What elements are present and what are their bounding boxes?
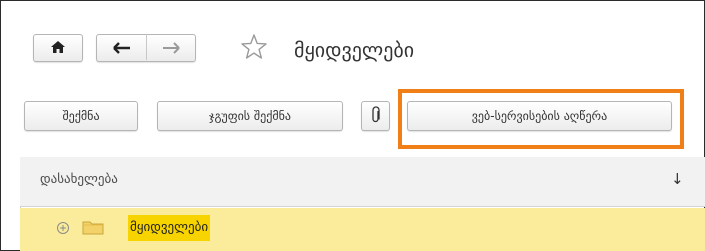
highlight-box [398,89,684,149]
home-icon [50,40,66,57]
create-button[interactable]: შექმნა [24,101,138,131]
column-header-name[interactable]: დასახელება [40,172,118,187]
expand-plus-icon [56,220,70,239]
nav-separator [146,34,147,60]
back-arrow-icon [113,39,131,58]
row-label: მყიდველები [128,215,211,241]
paperclip-icon [371,105,381,127]
table-row[interactable] [20,208,705,251]
favorite-button[interactable] [240,33,268,61]
create-group-button[interactable]: ჯგუფის შექმნა [157,101,343,131]
create-group-button-label: ჯგუფის შექმნა [209,109,291,123]
page-title: მყიდველები [294,38,415,62]
expand-toggle[interactable] [56,220,70,234]
folder-icon-wrap [82,219,104,235]
attach-button[interactable] [361,101,390,131]
sort-indicator[interactable]: ↓ [671,170,684,188]
forward-button[interactable] [149,36,193,60]
back-button[interactable] [100,36,144,60]
create-button-label: შექმნა [62,109,100,123]
star-outline-icon [240,33,268,65]
home-button[interactable] [33,34,83,62]
folder-icon [82,219,104,239]
forward-arrow-icon [162,39,180,58]
table-header [20,157,705,207]
